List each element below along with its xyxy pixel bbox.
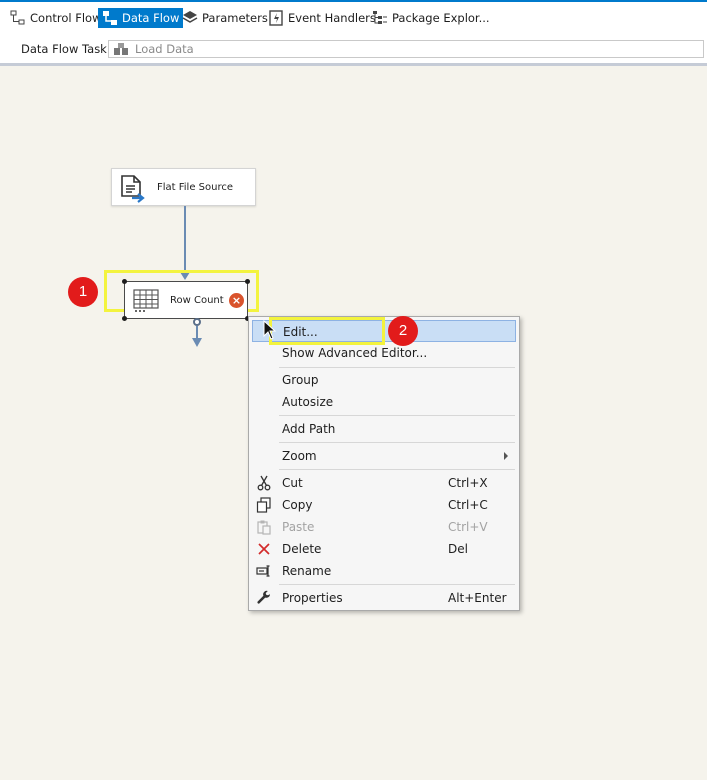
submenu-arrow-icon: [504, 452, 508, 460]
component-label: Flat File Source: [157, 182, 234, 193]
menu-item-shortcut: Del: [448, 542, 468, 556]
menu-item-label: Rename: [282, 564, 332, 578]
menu-item-autosize[interactable]: Autosize: [252, 391, 516, 413]
menu-item-shortcut: Ctrl+X: [448, 476, 488, 490]
resize-handle[interactable]: [122, 316, 127, 321]
resize-handle[interactable]: [122, 279, 127, 284]
designer-tab-bar: Control Flow Data Flow Parameters Event …: [0, 0, 707, 32]
tab-package-explorer[interactable]: Package Explor...: [368, 8, 494, 28]
output-connector-dot[interactable]: [193, 318, 201, 326]
callout-highlight-2: [269, 317, 385, 345]
menu-item-label: Group: [282, 373, 319, 387]
event-handlers-icon: [269, 10, 283, 26]
wrench-icon: [257, 590, 270, 604]
mouse-cursor-icon: [263, 320, 277, 340]
tab-label: Event Handlers: [288, 11, 376, 25]
component-label: Row Count: [170, 295, 224, 306]
menu-item-properties[interactable]: Properties Alt+Enter: [252, 587, 516, 609]
menu-item-label: Properties: [282, 591, 343, 605]
callout-badge-1: 1: [68, 277, 98, 307]
resize-handle[interactable]: [245, 279, 250, 284]
menu-item-label: Autosize: [282, 395, 334, 409]
menu-separator: [279, 415, 515, 416]
menu-item-cut[interactable]: Cut Ctrl+X: [252, 472, 516, 494]
menu-separator: [279, 469, 515, 470]
menu-item-shortcut: Ctrl+V: [448, 520, 488, 534]
tab-label: Parameters: [202, 11, 268, 25]
data-flow-icon: [103, 11, 117, 25]
paste-icon: [257, 520, 271, 535]
menu-item-label: Copy: [282, 498, 313, 512]
row-count-grid-icon: [133, 289, 159, 312]
flat-file-icon: [121, 175, 145, 203]
package-explorer-icon: [373, 11, 387, 24]
error-icon[interactable]: ×: [229, 293, 244, 308]
menu-item-show-advanced-editor[interactable]: Show Advanced Editor...: [252, 342, 516, 364]
data-path-line[interactable]: [184, 206, 186, 276]
context-menu: Edit... Show Advanced Editor... Group Au…: [248, 316, 520, 611]
tab-event-handlers[interactable]: Event Handlers: [264, 8, 380, 28]
parameters-icon: [182, 11, 198, 23]
scissors-icon: [257, 475, 271, 491]
menu-item-zoom[interactable]: Zoom: [252, 445, 516, 467]
menu-item-label: Show Advanced Editor...: [282, 346, 428, 360]
tab-label: Data Flow: [122, 11, 180, 25]
copy-icon: [256, 497, 271, 513]
task-dropdown[interactable]: Load Data: [108, 40, 704, 58]
output-path-arrowhead: [192, 338, 202, 347]
menu-item-label: Paste: [282, 520, 315, 534]
menu-separator: [279, 584, 515, 585]
menu-item-label: Delete: [282, 542, 322, 556]
menu-item-group[interactable]: Group: [252, 369, 516, 391]
data-flow-task-icon: [114, 43, 128, 55]
callout-badge-2: 2: [388, 316, 418, 346]
tab-label: Package Explor...: [392, 11, 490, 25]
menu-item-shortcut: Ctrl+C: [448, 498, 488, 512]
menu-item-label: Add Path: [282, 422, 336, 436]
control-flow-icon: [10, 10, 25, 25]
menu-item-add-path[interactable]: Add Path: [252, 418, 516, 440]
menu-item-paste[interactable]: Paste Ctrl+V: [252, 516, 516, 538]
menu-item-delete[interactable]: Delete Del: [252, 538, 516, 560]
rename-icon: [256, 565, 270, 577]
tab-data-flow[interactable]: Data Flow: [98, 8, 184, 28]
tab-parameters[interactable]: Parameters: [178, 8, 272, 28]
task-value: Load Data: [135, 42, 194, 56]
menu-item-shortcut: Alt+Enter: [448, 591, 507, 605]
tab-control-flow[interactable]: Control Flow: [6, 8, 105, 28]
menu-item-copy[interactable]: Copy Ctrl+C: [252, 494, 516, 516]
task-label: Data Flow Task:: [21, 42, 111, 56]
row-count-component[interactable]: Row Count ×: [122, 279, 250, 321]
menu-item-label: Zoom: [282, 449, 317, 463]
menu-separator: [279, 442, 515, 443]
menu-separator: [279, 367, 515, 368]
menu-item-label: Cut: [282, 476, 303, 490]
menu-item-rename[interactable]: Rename: [252, 560, 516, 582]
flat-file-source-component[interactable]: Flat File Source: [111, 168, 256, 206]
task-selector-bar: Data Flow Task: Load Data: [0, 32, 707, 66]
delete-x-icon: [258, 543, 270, 555]
tab-label: Control Flow: [30, 11, 102, 25]
